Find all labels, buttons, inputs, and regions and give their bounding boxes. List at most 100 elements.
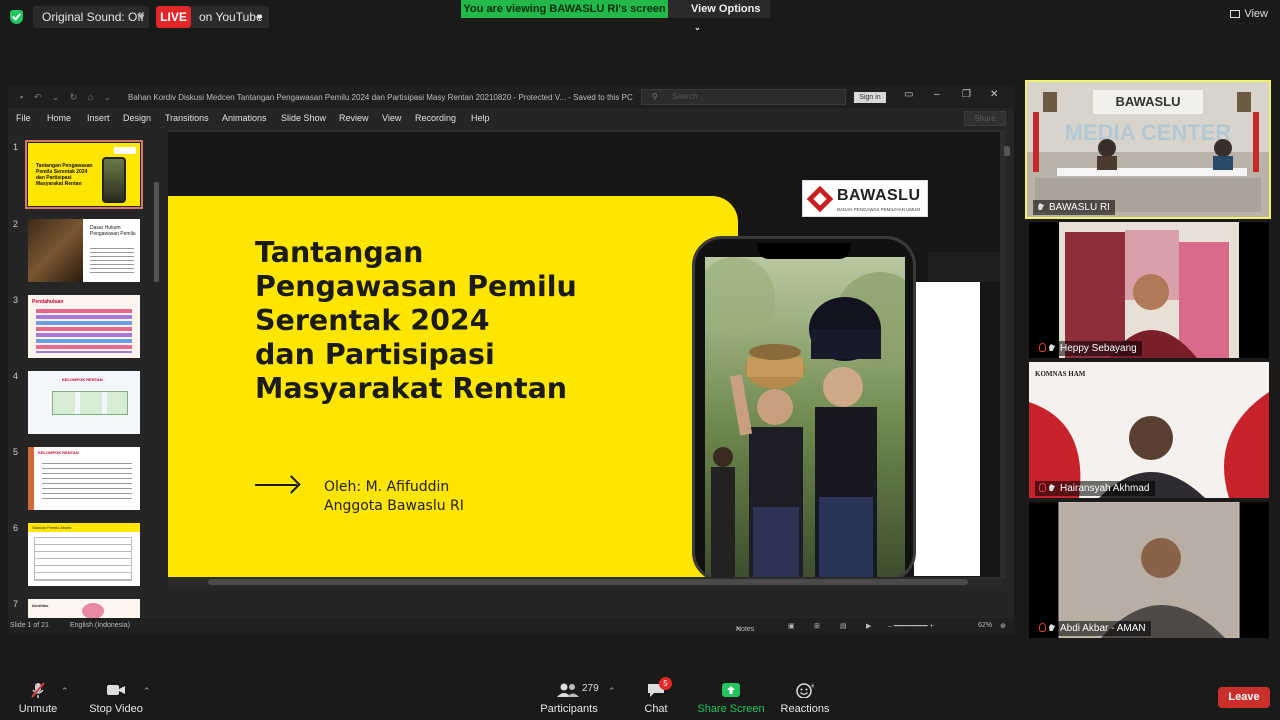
video-tile[interactable]: Heppy Sebayang bbox=[1029, 222, 1269, 358]
audio-options-chevron[interactable]: ⌃ bbox=[61, 686, 69, 697]
thumbnail-scrollbar[interactable] bbox=[154, 182, 159, 282]
participants-count: 279 bbox=[582, 683, 599, 694]
slide-thumbnail[interactable]: Tantangan Pengawasan Pemilu Serentak 202… bbox=[25, 140, 143, 209]
stop-video-button[interactable]: Stop Video bbox=[88, 682, 144, 715]
tab-recording[interactable]: Recording bbox=[415, 113, 456, 123]
tab-view[interactable]: View bbox=[382, 113, 401, 123]
video-feed-hairansyah-akhmad: KOMNAS HAM bbox=[1029, 362, 1269, 498]
svg-text:MEDIA CENTER: MEDIA CENTER bbox=[1065, 120, 1232, 145]
share-screen-icon bbox=[722, 683, 740, 697]
slide-title-line: Pengawasan Pemilu bbox=[255, 270, 577, 303]
slide-counter: Slide 1 of 21 bbox=[10, 622, 49, 629]
participant-name: BAWASLU RI bbox=[1049, 202, 1110, 213]
video-on-icon bbox=[1048, 343, 1056, 352]
live-destination-dropdown[interactable]: on YouTube ▼ bbox=[191, 6, 269, 28]
language-indicator[interactable]: English (Indonesia) bbox=[70, 622, 130, 629]
slide-sorter-icon[interactable]: ⊞ bbox=[814, 622, 820, 630]
slide-byline: Oleh: M. Afifuddin Anggota Bawaslu RI bbox=[324, 478, 464, 516]
muted-mic-icon bbox=[1039, 343, 1046, 352]
video-tile-active-speaker[interactable]: BAWASLU MEDIA CENTER BAWASLU RI bbox=[1025, 80, 1271, 219]
tab-animations[interactable]: Animations bbox=[222, 113, 267, 123]
video-feed-bawaslu-media-center: BAWASLU MEDIA CENTER bbox=[1027, 82, 1269, 217]
people-icon bbox=[557, 683, 579, 697]
photo-illustration bbox=[705, 257, 905, 578]
participants-button[interactable]: 279 Participants bbox=[540, 682, 598, 715]
zoom-slider[interactable]: – ━━━━━━━━ + bbox=[888, 622, 934, 630]
tab-home[interactable]: Home bbox=[47, 113, 71, 123]
thumbnail-title: Tantangan Pengawasan Pemilu Serentak 202… bbox=[36, 163, 93, 187]
video-options-chevron[interactable]: ⌃ bbox=[143, 686, 151, 697]
video-on-icon bbox=[1048, 623, 1056, 632]
thumbnail-title: Dasar Hukum Pengawasan Pemilu bbox=[90, 225, 136, 237]
fit-slide-icon[interactable]: ⊕ bbox=[1000, 622, 1006, 630]
tab-insert[interactable]: Insert bbox=[87, 113, 110, 123]
video-tile[interactable]: Abdi Akbar - AMAN bbox=[1029, 502, 1269, 638]
tab-design[interactable]: Design bbox=[123, 113, 151, 123]
share-screen-button[interactable]: Share Screen bbox=[696, 682, 766, 715]
tab-slide-show[interactable]: Slide Show bbox=[281, 113, 326, 123]
minimize-icon[interactable]: – bbox=[934, 89, 940, 100]
share-button[interactable]: Share bbox=[964, 111, 1006, 126]
slide-thumbnail[interactable]: Identitas bbox=[28, 599, 140, 618]
slide-thumbnail[interactable]: KELOMPOK RENTAN bbox=[28, 447, 140, 510]
reactions-label: Reactions bbox=[780, 703, 830, 715]
view-options-button[interactable]: View Options ⌄ bbox=[668, 0, 770, 32]
zoom-level[interactable]: 62% bbox=[978, 622, 992, 629]
video-on-icon bbox=[1048, 483, 1056, 492]
byline-author: Oleh: M. Afifuddin bbox=[324, 479, 450, 495]
thumbnail-text-lines bbox=[90, 245, 134, 275]
tab-help[interactable]: Help bbox=[471, 113, 490, 123]
search-icon: ⚲ bbox=[652, 92, 658, 101]
thumbnail-number: 7 bbox=[13, 599, 19, 609]
unmute-button[interactable]: Unmute bbox=[16, 682, 60, 715]
leave-button[interactable]: Leave bbox=[1218, 687, 1270, 708]
security-shield-icon[interactable] bbox=[10, 10, 23, 24]
ppt-ribbon-tabs: File Home Insert Design Transitions Anim… bbox=[8, 108, 1014, 128]
bawaslu-logo: BAWASLU BADAN PENGAWAS PEMILIHAN UMUM bbox=[802, 180, 928, 217]
close-icon[interactable]: ✕ bbox=[990, 89, 998, 100]
stop-video-label: Stop Video bbox=[89, 703, 143, 715]
tab-file[interactable]: File bbox=[16, 113, 31, 123]
participant-name: Hairansyah Akhmad bbox=[1060, 483, 1150, 494]
chat-unread-badge: 5 bbox=[659, 677, 672, 690]
slide-horizontal-scrollbar[interactable] bbox=[168, 577, 1002, 587]
slide-thumbnail[interactable]: Dasar Hukum Pengawasan Pemilu bbox=[28, 219, 140, 282]
arrow-right-icon bbox=[255, 484, 297, 486]
chat-button[interactable]: 5 Chat bbox=[636, 677, 676, 715]
slide-vertical-scrollbar[interactable] bbox=[1002, 134, 1012, 584]
restore-icon[interactable]: ❐ bbox=[962, 89, 971, 100]
current-slide[interactable]: Tantangan Pengawasan Pemilu Serentak 202… bbox=[168, 132, 1000, 578]
decorative-white-panel bbox=[914, 282, 980, 576]
thumbnail-title: Pendahuluan bbox=[32, 299, 64, 305]
scrollbar-thumb[interactable] bbox=[208, 579, 968, 585]
thumbnail-number: 5 bbox=[13, 447, 19, 457]
tab-transitions[interactable]: Transitions bbox=[165, 113, 209, 123]
original-sound-toggle[interactable]: Original Sound: Off ▼ bbox=[33, 6, 149, 28]
participants-options-chevron[interactable]: ⌃ bbox=[608, 686, 616, 697]
video-tile[interactable]: KOMNAS HAM Hairansyah Akhmad bbox=[1029, 362, 1269, 498]
slide-thumbnail[interactable]: Pendahuluan bbox=[28, 295, 140, 358]
ribbon-display-icon[interactable]: ▭ bbox=[904, 89, 913, 100]
unmute-label: Unmute bbox=[18, 703, 58, 715]
slideshow-icon[interactable]: ▶ bbox=[866, 622, 871, 630]
tab-review[interactable]: Review bbox=[339, 113, 369, 123]
slide-title: Tantangan Pengawasan Pemilu Serentak 202… bbox=[255, 236, 635, 406]
thumbnail-title: KELOMPOK RENTAN bbox=[38, 450, 79, 455]
slide-thumbnail[interactable]: KELOMPOK RENTAN bbox=[28, 371, 140, 434]
slide-thumbnail[interactable]: Standar Pemilu Akses bbox=[28, 523, 140, 586]
view-button[interactable]: View bbox=[1230, 8, 1268, 20]
sign-in-button[interactable]: Sign in bbox=[854, 92, 886, 103]
search-input[interactable]: ⚲ Search bbox=[641, 89, 846, 105]
slide-photo-elderly-women bbox=[705, 257, 905, 578]
slide-title-line: Masyarakat Rentan bbox=[255, 372, 568, 405]
chat-icon-group: 5 bbox=[643, 677, 672, 698]
normal-view-icon[interactable]: ▣ bbox=[788, 622, 795, 630]
chevron-down-icon[interactable]: ▼ bbox=[137, 6, 146, 28]
live-badge: LIVE bbox=[156, 6, 191, 28]
share-screen-label: Share Screen bbox=[697, 703, 765, 715]
quick-access-toolbar[interactable]: ▪ ↶ ⌄ ↻ ⌂ ⌄ bbox=[20, 92, 115, 103]
reading-view-icon[interactable]: ▤ bbox=[840, 622, 847, 630]
reactions-button[interactable]: + Reactions bbox=[780, 682, 830, 715]
live-destination-label: on YouTube bbox=[199, 10, 263, 24]
document-title: Bahan Kordiv Diskusi Medcen Tantangan Pe… bbox=[128, 93, 633, 102]
